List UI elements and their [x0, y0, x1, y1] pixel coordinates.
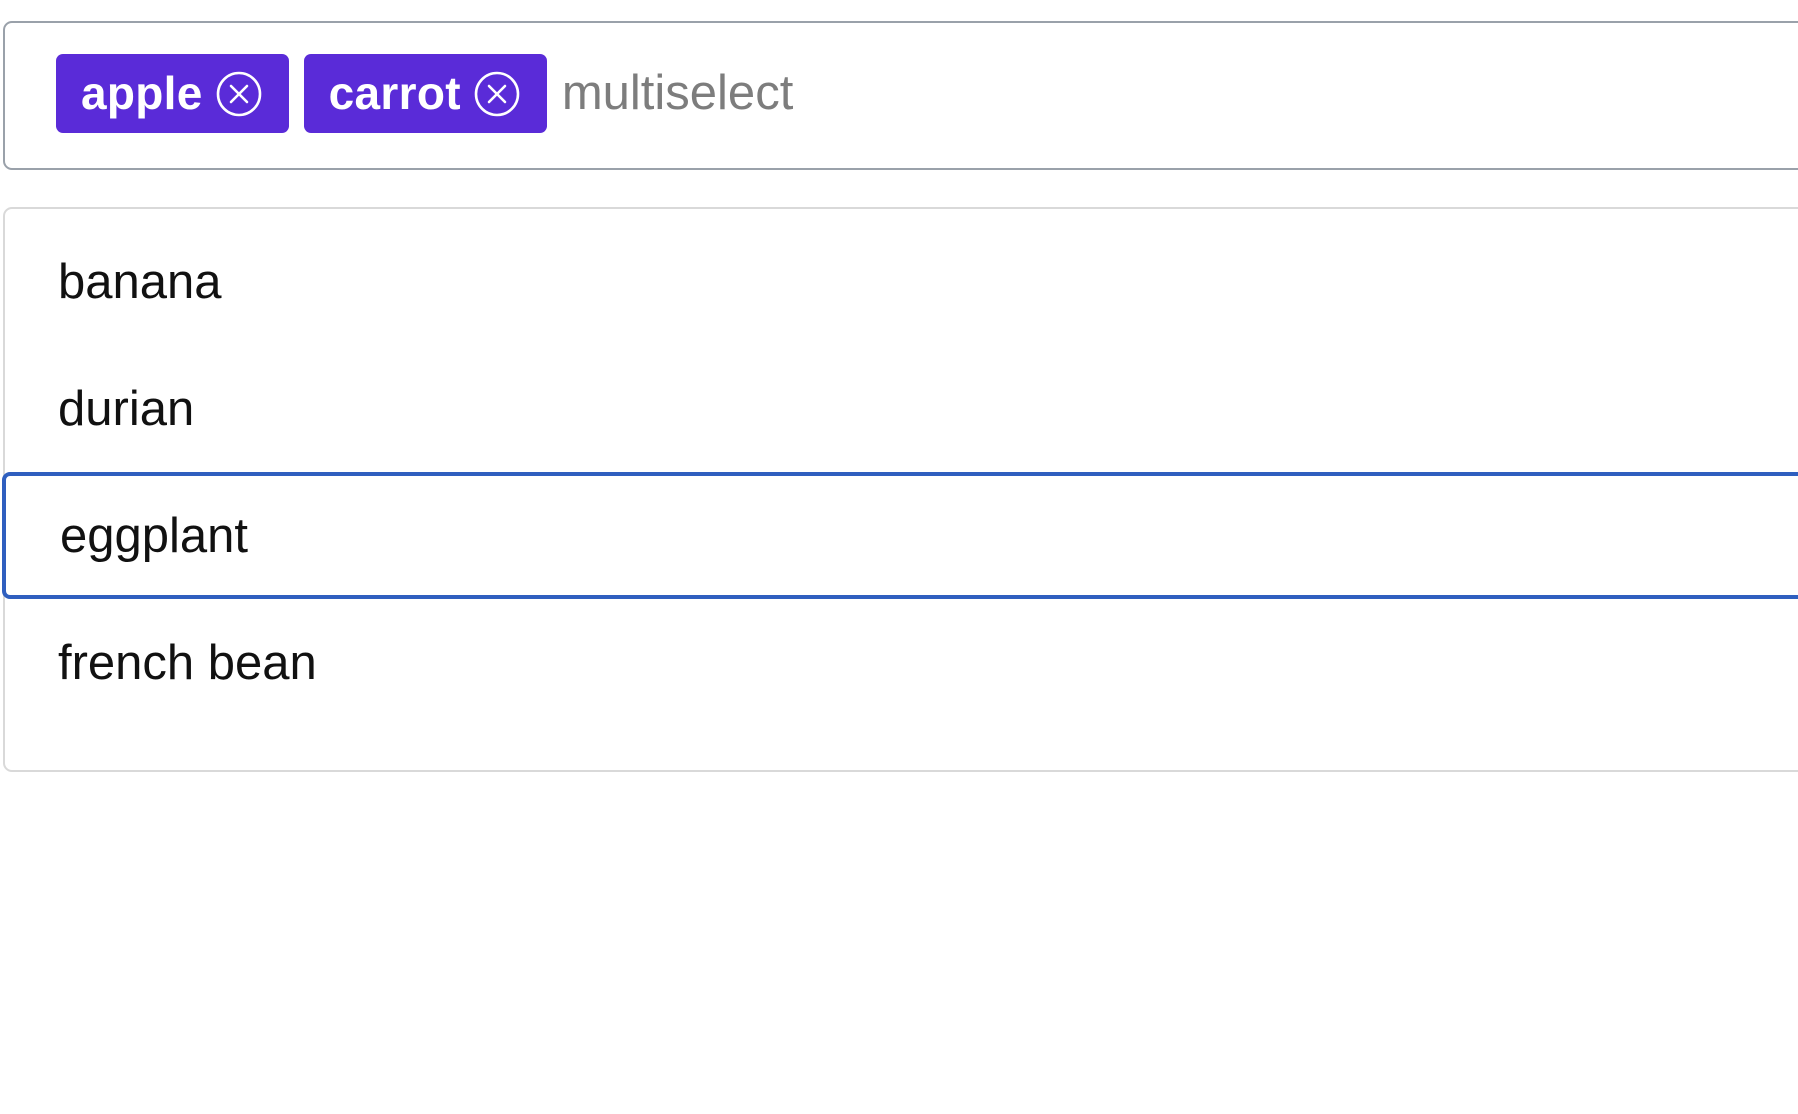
selected-tag-carrot: carrot [303, 54, 547, 133]
circle-x-icon [216, 71, 261, 116]
multiselect-search-input[interactable] [561, 64, 962, 121]
page: apple carrot banana [0, 0, 1798, 1114]
options-listbox: banana durian eggplant french bean [2, 207, 1798, 772]
option-label: eggplant [60, 508, 249, 563]
circle-x-icon [474, 71, 520, 116]
option-label: durian [58, 381, 195, 436]
multiselect-control[interactable]: apple carrot [3, 21, 1798, 170]
tag-label: apple [81, 67, 203, 119]
option-eggplant[interactable]: eggplant [2, 472, 1798, 599]
remove-tag-apple-button[interactable] [213, 68, 265, 120]
selected-tag-apple: apple [56, 54, 289, 133]
option-durian[interactable]: durian [5, 345, 1798, 472]
option-label: banana [58, 254, 222, 309]
remove-tag-carrot-button[interactable] [471, 68, 523, 120]
option-banana[interactable]: banana [5, 218, 1798, 345]
tag-label: carrot [328, 67, 461, 119]
option-label: french bean [58, 635, 317, 690]
option-french-bean[interactable]: french bean [5, 599, 1798, 726]
